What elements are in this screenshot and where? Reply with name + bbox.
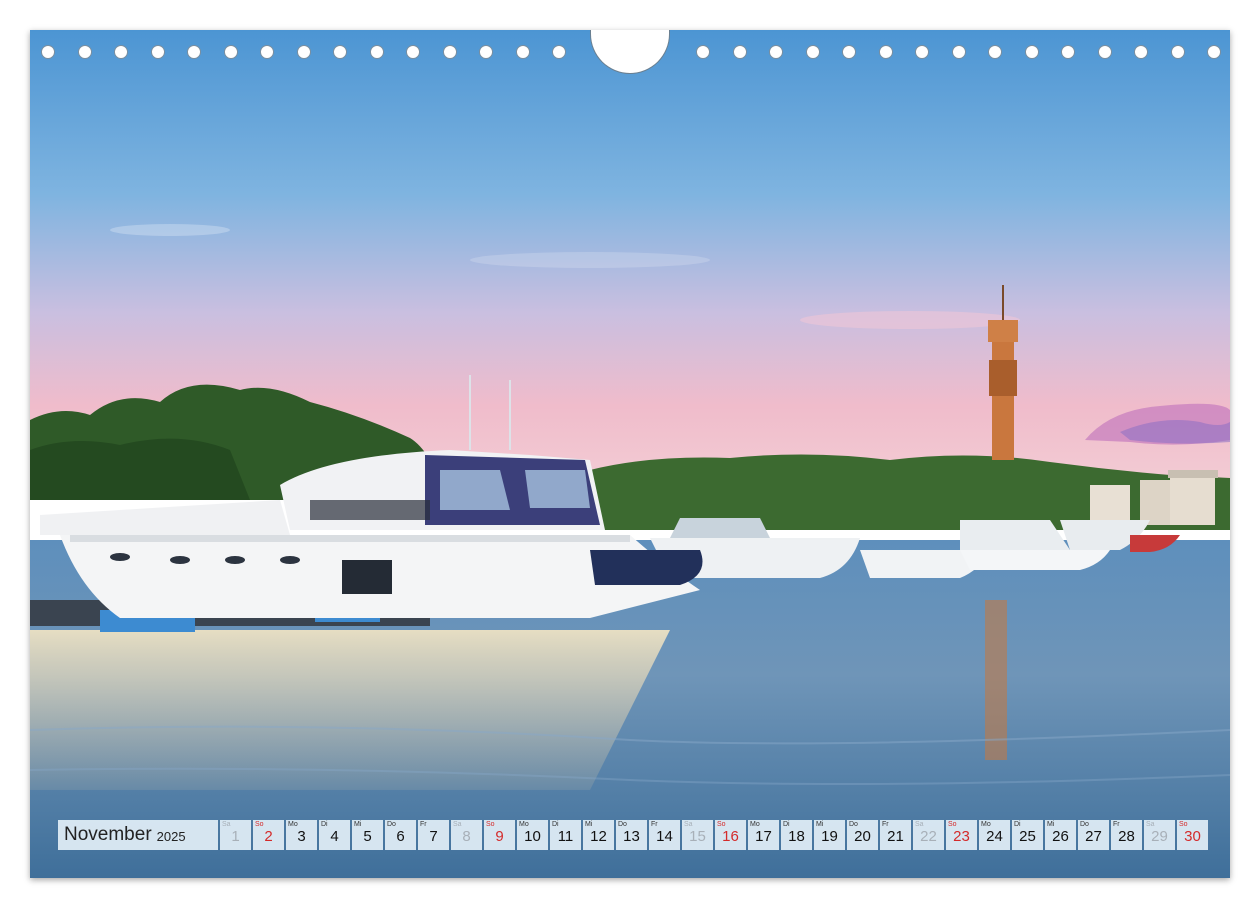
day-of-week-label: Mi xyxy=(585,821,593,828)
day-of-week-label: Do xyxy=(387,821,396,828)
day-cell: Mo 17 xyxy=(748,820,779,850)
day-of-week-label: Di xyxy=(321,821,328,828)
day-cell: Do 6 xyxy=(385,820,416,850)
day-number: 4 xyxy=(330,828,339,845)
month-label: November 2025 xyxy=(58,820,218,850)
day-cell: Mi 26 xyxy=(1045,820,1076,850)
day-number: 19 xyxy=(821,828,838,845)
calendar-strip: November 2025 Sa 1 So 2 Mo 3 Di 4 Mi 5 Do 6 Fr 7 Sa 8 So… xyxy=(58,820,1210,850)
day-number: 27 xyxy=(1085,828,1102,845)
day-cell: So 2 xyxy=(253,820,284,850)
day-number: 30 xyxy=(1184,828,1201,845)
day-number: 2 xyxy=(264,828,273,845)
day-number: 12 xyxy=(590,828,607,845)
day-number: 15 xyxy=(689,828,706,845)
day-number: 17 xyxy=(755,828,772,845)
day-number: 20 xyxy=(854,828,871,845)
day-cell: So 23 xyxy=(946,820,977,850)
day-cell: Fr 7 xyxy=(418,820,449,850)
day-cell: Fr 21 xyxy=(880,820,911,850)
day-number: 26 xyxy=(1052,828,1069,845)
day-cell: So 30 xyxy=(1177,820,1208,850)
day-of-week-label: Fr xyxy=(651,821,658,828)
day-cell: Di 4 xyxy=(319,820,350,850)
day-number: 10 xyxy=(524,828,541,845)
day-cell: Mi 19 xyxy=(814,820,845,850)
day-number: 3 xyxy=(297,828,306,845)
day-number: 16 xyxy=(722,828,739,845)
harbor-photo xyxy=(30,30,1230,878)
day-of-week-label: Sa xyxy=(222,821,231,828)
day-of-week-label: Fr xyxy=(882,821,889,828)
day-cell: Di 18 xyxy=(781,820,812,850)
day-number: 24 xyxy=(986,828,1003,845)
day-of-week-label: Di xyxy=(783,821,790,828)
day-of-week-label: Sa xyxy=(684,821,693,828)
day-cell: Do 20 xyxy=(847,820,878,850)
day-of-week-label: Sa xyxy=(1146,821,1155,828)
calendar-page: November 2025 Sa 1 So 2 Mo 3 Di 4 Mi 5 Do 6 Fr 7 Sa 8 So… xyxy=(30,30,1230,878)
day-number: 6 xyxy=(396,828,405,845)
day-of-week-label: Di xyxy=(1014,821,1021,828)
day-number: 21 xyxy=(887,828,904,845)
day-number: 8 xyxy=(462,828,471,845)
day-of-week-label: Mo xyxy=(288,821,298,828)
day-of-week-label: Mo xyxy=(981,821,991,828)
day-number: 7 xyxy=(429,828,438,845)
day-cell: Do 27 xyxy=(1078,820,1109,850)
day-of-week-label: Fr xyxy=(420,821,427,828)
day-of-week-label: Mo xyxy=(519,821,529,828)
day-of-week-label: So xyxy=(1179,821,1188,828)
day-number: 18 xyxy=(788,828,805,845)
day-number: 1 xyxy=(231,828,240,845)
day-cell: Mi 12 xyxy=(583,820,614,850)
day-number: 25 xyxy=(1019,828,1036,845)
day-cell: Mo 24 xyxy=(979,820,1010,850)
day-cell: Sa 29 xyxy=(1144,820,1175,850)
month-year: 2025 xyxy=(156,829,186,844)
day-cell: Sa 22 xyxy=(913,820,944,850)
day-number: 14 xyxy=(656,828,673,845)
day-cell: Sa 8 xyxy=(451,820,482,850)
day-of-week-label: Fr xyxy=(1113,821,1120,828)
day-of-week-label: Sa xyxy=(915,821,924,828)
day-cell: Mo 3 xyxy=(286,820,317,850)
day-number: 9 xyxy=(495,828,504,845)
day-of-week-label: Mi xyxy=(816,821,824,828)
day-number: 29 xyxy=(1151,828,1168,845)
day-number: 28 xyxy=(1118,828,1135,845)
day-of-week-label: So xyxy=(717,821,726,828)
day-cell: So 9 xyxy=(484,820,515,850)
day-of-week-label: Do xyxy=(1080,821,1089,828)
day-number: 5 xyxy=(363,828,372,845)
day-of-week-label: So xyxy=(255,821,264,828)
day-cell: Do 13 xyxy=(616,820,647,850)
day-cell: Di 25 xyxy=(1012,820,1043,850)
day-of-week-label: Mo xyxy=(750,821,760,828)
day-number: 13 xyxy=(623,828,640,845)
day-number: 23 xyxy=(953,828,970,845)
day-cell: Sa 1 xyxy=(220,820,251,850)
day-cell: So 16 xyxy=(715,820,746,850)
day-of-week-label: Di xyxy=(552,821,559,828)
day-cell: Sa 15 xyxy=(682,820,713,850)
day-cell: Mi 5 xyxy=(352,820,383,850)
day-number: 22 xyxy=(920,828,937,845)
day-of-week-label: So xyxy=(486,821,495,828)
day-cell: Di 11 xyxy=(550,820,581,850)
day-cell: Fr 14 xyxy=(649,820,680,850)
day-cell: Fr 28 xyxy=(1111,820,1142,850)
day-of-week-label: So xyxy=(948,821,957,828)
day-cell: Mo 10 xyxy=(517,820,548,850)
day-number: 11 xyxy=(557,828,574,845)
day-of-week-label: Do xyxy=(618,821,627,828)
day-of-week-label: Mi xyxy=(1047,821,1055,828)
day-of-week-label: Sa xyxy=(453,821,462,828)
day-of-week-label: Mi xyxy=(354,821,362,828)
month-name: November xyxy=(64,824,152,845)
day-of-week-label: Do xyxy=(849,821,858,828)
